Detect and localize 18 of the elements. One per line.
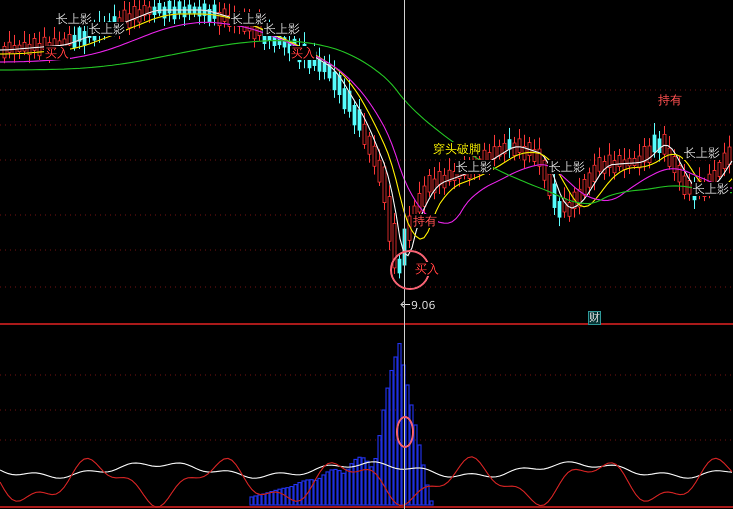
chart-annotation: 长上影	[455, 160, 493, 174]
chart-annotation: 持有	[657, 93, 683, 107]
chart-annotation: 买入	[44, 46, 70, 60]
chart-annotation: 长上影	[263, 22, 301, 36]
chart-annotation: 穿头破脚	[432, 142, 482, 156]
low-price-label: 9.06	[411, 299, 436, 312]
highlight-circle	[396, 416, 414, 448]
chart-annotation: 长上影	[692, 182, 730, 196]
chart-annotation: 买入	[414, 262, 440, 276]
arrow-icon	[400, 301, 410, 308]
chart-annotation: 长上影	[683, 146, 721, 160]
chart-annotation: 买入	[290, 46, 316, 60]
chart-annotation: 长上影	[88, 22, 126, 36]
chart-annotation: 长上影	[230, 12, 268, 26]
chart-annotation: 持有	[412, 214, 438, 228]
chart-annotation: 长上影	[55, 12, 93, 26]
chart-annotation: 长上影	[548, 160, 586, 174]
finance-marker: 财	[588, 311, 601, 325]
